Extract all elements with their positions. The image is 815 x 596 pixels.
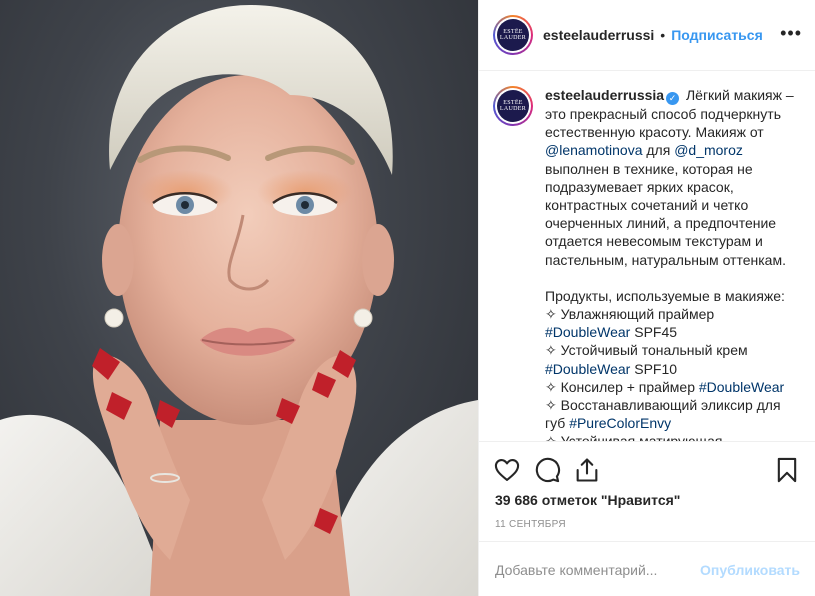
product-item: ✧ Увлажняющий праймер #DoubleWear SPF45 [545,306,715,341]
hashtag-link[interactable]: #DoubleWear [545,361,630,377]
product-item: ✧ Устойчивый тональный крем #DoubleWear S… [545,342,748,377]
share-icon[interactable] [573,456,601,484]
likes-count[interactable]: 39 686 отметок "Нравится" [495,492,680,508]
caption-avatar[interactable]: ESTĒE LAUDER [493,86,533,126]
post-sidebar: ESTĒE LAUDER esteelauderrussi • Подписат… [478,0,815,596]
more-horizontal-icon[interactable]: ••• [780,24,802,42]
comment-icon[interactable] [533,456,561,484]
caption-scroll-area[interactable]: ESTĒE LAUDER esteelauderrussia ✓ Лёгкий м… [479,72,815,441]
post-actions-section: 39 686 отметок "Нравится" 11 СЕНТЯБРЯ Оп… [479,441,815,596]
portrait-illustration [0,5,478,596]
hashtag-link[interactable]: #PureColorEnvy [569,415,671,431]
header-username[interactable]: esteelauderrussi [543,27,654,43]
product-item: ✧ Консилер + праймер #DoubleWear [545,378,785,395]
caption-row: ESTĒE LAUDER esteelauderrussia ✓ Лёгкий м… [493,86,802,441]
hashtag-link[interactable]: #DoubleWear [699,379,784,395]
brand-logo: ESTĒE LAUDER [497,90,529,122]
action-bar [493,456,803,486]
comment-form: Опубликовать [479,541,815,596]
heart-icon[interactable] [493,456,521,484]
product-item: ✧ Устойчивая матирующая [545,432,802,441]
post-photo[interactable] [0,0,478,596]
post-date[interactable]: 11 СЕНТЯБРЯ [495,519,566,530]
caption-text: esteelauderrussia ✓ Лёгкий макияж – это п… [545,86,802,441]
verified-badge-icon: ✓ [666,92,680,105]
product-item: ✧ Восстанавливающий эликсир для губ #Pur… [545,397,781,432]
mention-link[interactable]: @lenamotinova [545,142,643,158]
caption-username[interactable]: esteelauderrussia [545,87,664,103]
mention-link[interactable]: @d_moroz [674,142,743,158]
comment-input[interactable] [495,561,701,578]
hashtag-link[interactable]: #DoubleWear [545,324,630,340]
follow-button[interactable]: Подписаться [671,27,763,43]
caption-paragraph-end: выполнен в технике, которая не подразуме… [545,160,786,268]
publish-button[interactable]: Опубликовать [700,562,800,578]
header-avatar[interactable]: ESTĒE LAUDER [493,15,533,55]
brand-logo: ESTĒE LAUDER [497,19,529,51]
bookmark-icon[interactable] [773,456,801,484]
header-separator: • [660,27,666,43]
instagram-post: ESTĒE LAUDER esteelauderrussi • Подписат… [0,0,815,596]
post-header: ESTĒE LAUDER esteelauderrussi • Подписат… [479,0,815,71]
products-title: Продукты, используемые в макияже: [545,287,785,304]
